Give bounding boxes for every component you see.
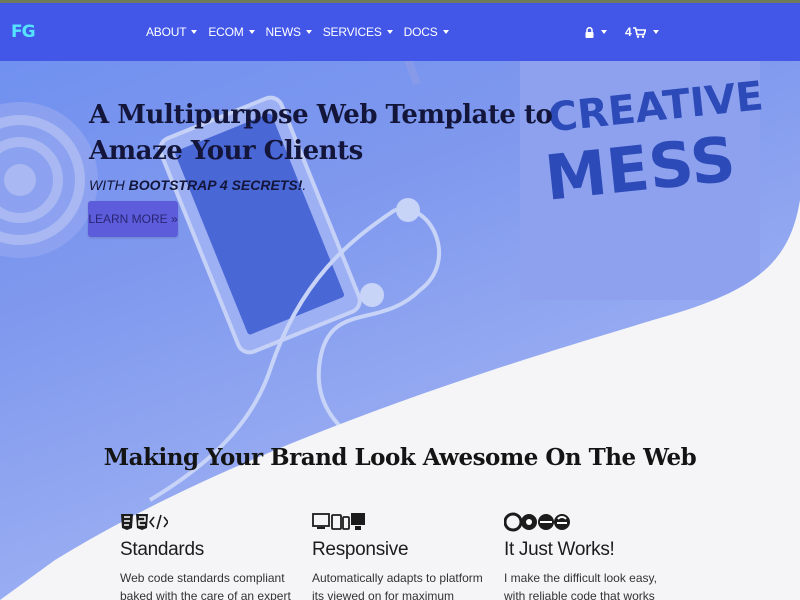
- nav-item-about[interactable]: ABOUT: [146, 25, 198, 39]
- feature-standards: Standards Web code standards compliant b…: [120, 510, 295, 600]
- nav-label: ECOM: [208, 25, 244, 39]
- caret-down-icon: [191, 30, 198, 34]
- caret-down-icon: [652, 30, 659, 34]
- nav-item-news[interactable]: NEWS: [266, 25, 312, 39]
- hero-subtitle: WITH BOOTSTRAP 4 SECRETS!.: [89, 177, 307, 193]
- web-standards-icons: [120, 510, 295, 534]
- nav-item-ecom[interactable]: ECOM: [208, 25, 255, 39]
- account-menu[interactable]: [585, 26, 607, 38]
- nav-item-services[interactable]: SERVICES: [323, 25, 393, 39]
- feature-text: Web code standards compliant baked with …: [120, 571, 291, 600]
- lock-icon: [585, 26, 594, 38]
- caret-down-icon: [386, 30, 393, 34]
- caret-down-icon: [248, 30, 255, 34]
- cart-icon: [632, 26, 646, 38]
- nav-right: 4: [585, 3, 659, 61]
- learn-more-button[interactable]: LEARN MORE »: [88, 201, 178, 237]
- nav-label: SERVICES: [322, 25, 382, 39]
- nav-label: DOCS: [403, 25, 438, 39]
- brand-logo[interactable]: FG: [11, 20, 36, 44]
- feature-title: Standards: [120, 539, 204, 560]
- nav-item-docs[interactable]: DOCS: [404, 25, 449, 39]
- browsers-icon: [504, 510, 679, 534]
- cart-count: 4: [625, 25, 632, 39]
- cart-menu[interactable]: 4: [625, 25, 659, 39]
- feature-text: I make the difficult look easy, with rel…: [504, 571, 657, 600]
- feature-text: Automatically adapts to platform its vie…: [312, 571, 483, 600]
- top-stripe: [0, 0, 800, 3]
- feature-title: Responsive: [312, 539, 409, 560]
- caret-down-icon: [601, 30, 607, 34]
- caret-down-icon: [305, 30, 312, 34]
- hero-title: A Multipurpose Web Template to Amaze You…: [89, 100, 553, 166]
- feature-it-just-works: It Just Works! I make the difficult look…: [504, 510, 679, 600]
- feature-title: It Just Works!: [504, 539, 615, 560]
- nav-label: NEWS: [265, 25, 301, 39]
- nav-label: ABOUT: [146, 25, 187, 39]
- nav-links: ABOUT ECOM NEWS SERVICES DOCS: [146, 3, 449, 61]
- features-title: Making Your Brand Look Awesome On The We…: [103, 444, 697, 471]
- caret-down-icon: [442, 30, 449, 34]
- navbar: FG ABOUT ECOM NEWS SERVICES DOCS 4: [0, 3, 800, 61]
- feature-responsive: Responsive Automatically adapts to platf…: [312, 510, 487, 600]
- devices-icon: [312, 510, 487, 534]
